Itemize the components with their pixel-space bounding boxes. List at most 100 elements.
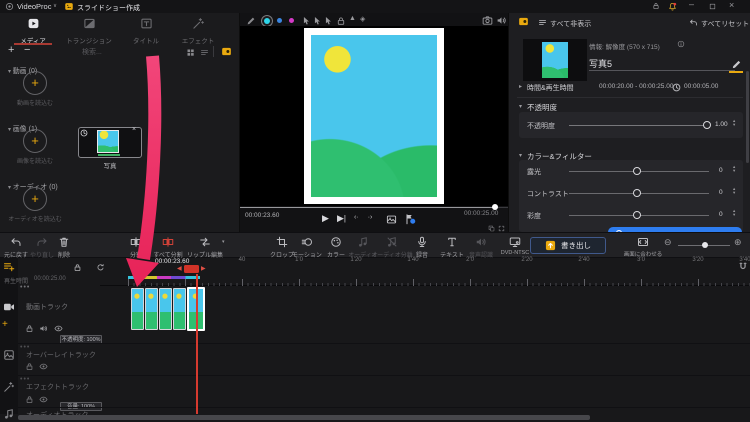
speech-recognition-button[interactable]: 音声認識 [463,236,499,259]
previous-frame-button[interactable]: ‹∙ [354,214,358,221]
tab-transition[interactable]: トランジション [62,15,116,44]
play-to-end-button[interactable]: ▶| [337,213,346,224]
video-track-visibility-icon[interactable] [54,324,63,333]
video-track-menu-icon[interactable]: ••• [20,284,30,291]
play-button[interactable]: ▶ [322,213,329,224]
add-video-button[interactable]: + [23,71,47,95]
info-icon[interactable] [677,40,685,48]
triangle-shape-icon[interactable]: ▲ [349,15,356,22]
contrast-value[interactable]: 0 [719,189,723,196]
reset-all-button[interactable]: すべてリセット [701,19,749,29]
playhead-grip[interactable]: ◀ ▶ [177,264,207,274]
fit-screen-button[interactable]: 画面に合わせる [621,236,665,258]
effect-track-visibility-icon[interactable] [39,395,48,404]
timeline-lock-icon[interactable] [73,263,82,272]
chevron-down-icon[interactable]: ▾ [519,152,522,159]
chevron-right-icon[interactable]: ▸ [519,83,522,90]
grid-view-icon[interactable] [186,48,195,57]
color-dot-blue[interactable] [277,18,282,23]
preview-canvas[interactable] [240,26,508,206]
preview-speaker-icon[interactable] [496,15,507,26]
remove-item-icon[interactable]: × [132,126,136,133]
fullscreen-icon[interactable] [498,225,505,232]
playhead-right-arrow-icon[interactable]: ▶ [201,265,206,272]
saturation-slider-knob[interactable] [633,211,641,219]
dvd-ntsc-button[interactable]: DVD-NTSC [495,236,535,256]
playhead-line[interactable] [196,274,198,414]
draw-pen-icon[interactable] [246,16,256,26]
opacity-value[interactable]: 1.00 [715,121,728,128]
clip-name-field[interactable]: 写真5 [589,57,612,70]
saturation-value[interactable]: 0 [719,211,723,218]
timeline-clip[interactable] [145,288,158,330]
overlay-track-lock-icon[interactable] [25,362,34,371]
media-item-photo[interactable]: × [78,127,142,158]
zoom-in-icon[interactable]: ⊕ [734,237,742,248]
export-button[interactable]: 書き出し [530,237,606,254]
snap-magnet-icon[interactable] [738,262,748,272]
playhead-grip-box[interactable] [184,265,199,273]
list-view-icon[interactable] [200,48,209,57]
inspector-scrollbar[interactable] [746,71,749,163]
timeline-scrollbar[interactable] [18,415,590,420]
tab-title[interactable]: タイトル [122,15,170,44]
select-line-cursor-icon[interactable] [312,16,322,26]
next-frame-button[interactable]: ∙› [368,214,372,221]
add-track-button[interactable]: + [2,319,8,330]
lock-tool-icon[interactable] [336,16,346,26]
select-star-cursor-icon[interactable] [301,16,311,26]
timeline-clip[interactable] [131,288,144,330]
video-track-mute-icon[interactable] [39,324,48,333]
select-cursor-icon[interactable] [323,16,333,26]
color-dot-cyan[interactable] [264,18,270,24]
rename-pen-icon[interactable] [731,59,742,70]
contrast-slider-knob[interactable] [633,189,641,197]
playhead-left-arrow-icon[interactable]: ◀ [177,265,182,272]
remove-media-button[interactable]: − [24,44,30,56]
screenshot-button-icon[interactable] [386,214,397,225]
minimize-button[interactable]: – [689,0,694,9]
diamond-shape-icon[interactable]: ◈ [360,15,365,23]
loop-icon[interactable] [96,263,105,272]
tab-effects[interactable]: エフェクト [174,15,222,44]
collapse-list-icon[interactable] [538,18,547,27]
add-image-button[interactable]: + [23,129,47,153]
add-media-button[interactable]: + [8,44,14,56]
effect-track-lock-icon[interactable] [25,395,34,404]
close-button[interactable]: × [729,0,734,10]
exposure-slider-knob[interactable] [633,167,641,175]
inspector-toggle-icon[interactable] [517,16,530,27]
chevron-down-icon[interactable]: ∨ [53,3,57,9]
opacity-slider-knob[interactable] [703,121,711,129]
exposure-value[interactable]: 0 [719,167,723,174]
zoom-out-icon[interactable]: ⊖ [664,237,672,248]
app-title[interactable]: VideoProc [17,2,51,11]
opacity-section-label[interactable]: 不透明度 [527,102,557,113]
add-to-timeline-icon[interactable] [3,261,15,273]
saturation-stepper[interactable]: ▴▾ [733,209,735,217]
tab-media[interactable]: メディア [8,15,58,44]
search-input[interactable]: 検索... [82,47,102,57]
exposure-stepper[interactable]: ▴▾ [733,165,735,173]
add-audio-button[interactable]: + [23,187,47,211]
delete-button[interactable]: 削除 [48,236,80,259]
contrast-stepper[interactable]: ▴▾ [733,187,735,195]
timeline-clip[interactable] [159,288,172,330]
opacity-stepper[interactable]: ▴▾ [733,119,735,127]
video-track-lock-icon[interactable] [25,324,34,333]
color-dot-magenta[interactable] [289,18,294,23]
notification-bell-icon[interactable] [668,2,677,11]
panel-toggle-icon[interactable] [220,46,233,57]
chevron-down-icon[interactable]: ▾ [519,103,522,110]
duplicate-view-icon[interactable] [488,225,495,232]
overlay-track-visibility-icon[interactable] [39,362,48,371]
time-section-label[interactable]: 時間&再生時間 [527,83,574,93]
snapshot-camera-icon[interactable] [482,15,493,26]
opacity-slider[interactable] [569,125,709,127]
marker-flag-icon[interactable] [404,213,416,225]
license-lock-icon[interactable] [652,2,660,10]
ripple-caret-icon[interactable]: ▾ [222,239,225,245]
maximize-button[interactable] [709,3,716,10]
hide-all-button[interactable]: すべて非表示 [550,19,591,29]
timeline-zoom-knob[interactable] [702,242,708,248]
